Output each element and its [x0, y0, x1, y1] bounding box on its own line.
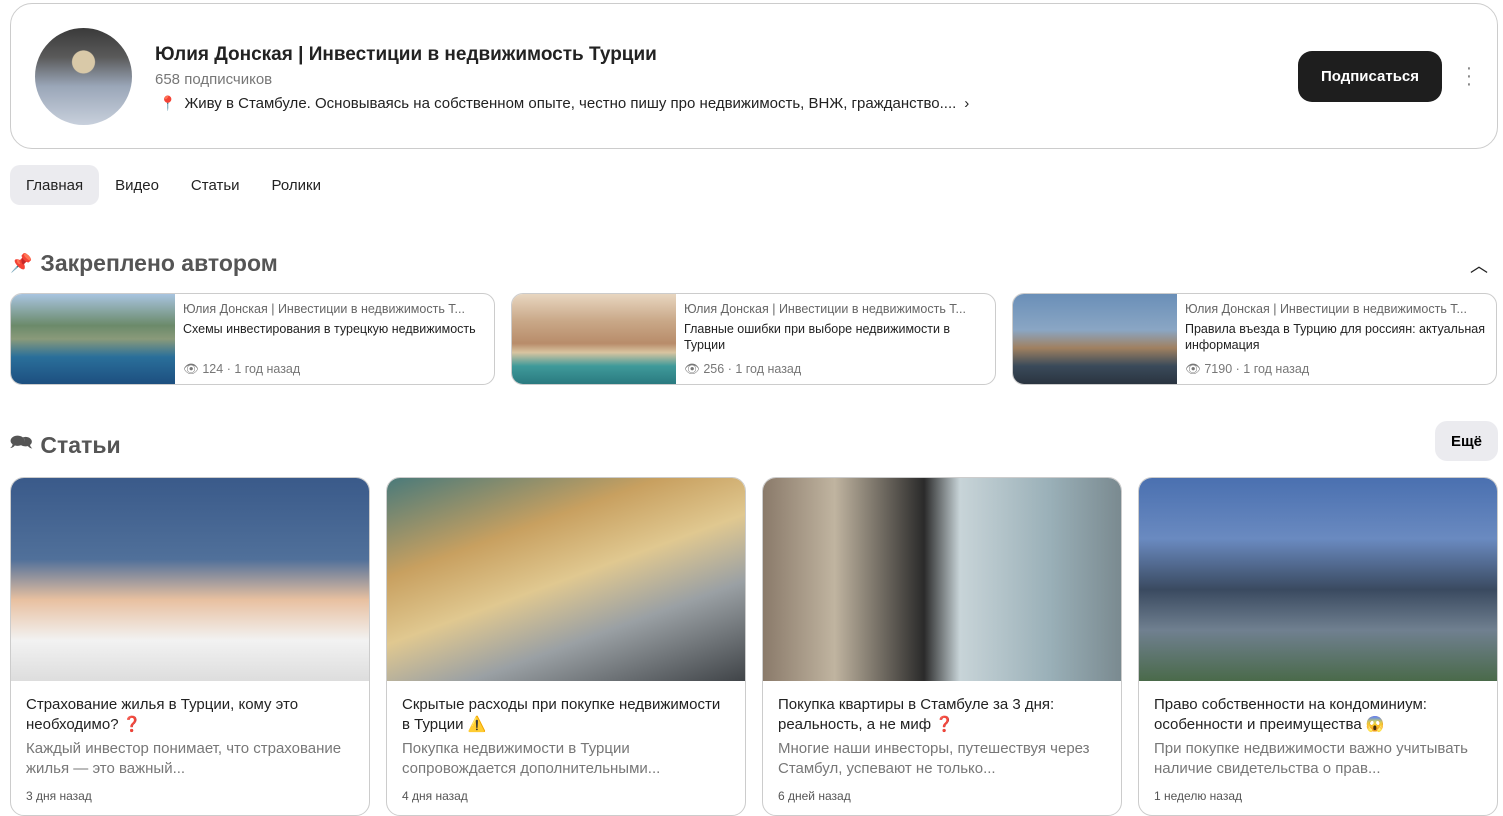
pinned-author: Юлия Донская | Инвестиции в недвижимость…: [684, 302, 966, 316]
article-image: [387, 478, 745, 681]
pinned-heading-text: Закреплено автором: [40, 250, 278, 276]
more-articles-button[interactable]: Ещё: [1435, 421, 1498, 461]
views: 256: [703, 362, 725, 376]
article-card[interactable]: Покупка квартиры в Стамбуле за 3 дня: ре…: [762, 477, 1122, 816]
pinned-meta: 👁 7190 · 1 год назад: [1185, 362, 1310, 376]
pinned-item[interactable]: Юлия Донская | Инвестиции в недвижимость…: [10, 293, 495, 385]
article-description: Каждый инвестор понимает, что страховани…: [26, 740, 342, 777]
article-description: Покупка недвижимости в Турции сопровожда…: [402, 740, 661, 777]
age: 1 год назад: [234, 362, 301, 376]
article-image: [1139, 478, 1497, 681]
article-description: Многие наши инвесторы, путешествуя через…: [778, 740, 1090, 777]
views: 124: [202, 362, 224, 376]
age: 1 год назад: [1243, 362, 1310, 376]
pin-icon: 📌: [10, 253, 33, 273]
tab-articles[interactable]: Статьи: [175, 165, 256, 205]
articles-heading: 🗪 Статьи: [10, 430, 121, 460]
article-image: [763, 478, 1121, 681]
chevron-up-icon[interactable]: ︿: [1470, 252, 1488, 278]
channel-avatar[interactable]: [35, 28, 132, 125]
location-pin-icon: 📍: [159, 95, 177, 111]
channel-title: Юлия Донская | Инвестиции в недвижимость…: [155, 44, 657, 65]
article-date: 6 дней назад: [778, 789, 851, 803]
articles-heading-text: Статьи: [40, 431, 121, 458]
article-card[interactable]: Право собственности на кондоминиум: особ…: [1138, 477, 1498, 816]
age: 1 год назад: [735, 362, 802, 376]
pinned-thumbnail: [11, 294, 175, 384]
channel-description[interactable]: 📍 Живу в Стамбуле. Основываясь на собств…: [159, 95, 969, 112]
article-date: 1 неделю назад: [1154, 789, 1243, 803]
views: 7190: [1204, 362, 1233, 376]
eye-icon: 👁: [1185, 362, 1201, 376]
chevron-right-icon: ›: [964, 95, 970, 112]
article-date: 4 дня назад: [402, 789, 468, 803]
pinned-thumbnail: [512, 294, 676, 384]
pinned-title: Главные ошибки при выборе недвижимости в…: [684, 322, 951, 352]
description-text: Живу в Стамбуле. Основываясь на собствен…: [184, 95, 957, 112]
pinned-thumbnail: [1013, 294, 1177, 384]
channel-tabs: Главная Видео Статьи Ролики: [10, 165, 337, 205]
article-date: 3 дня назад: [26, 789, 92, 803]
pinned-item[interactable]: Юлия Донская | Инвестиции в недвижимость…: [1012, 293, 1497, 385]
channel-header: Юлия Донская | Инвестиции в недвижимость…: [10, 3, 1498, 149]
subscriber-count: 658 подписчиков: [155, 71, 273, 88]
subscribe-button[interactable]: Подписаться: [1298, 51, 1442, 102]
tab-main[interactable]: Главная: [10, 165, 100, 205]
article-description: При покупке недвижимости важно учитывать…: [1154, 740, 1468, 777]
articles-icon: 🗪: [10, 432, 33, 452]
pinned-title: Схемы инвестирования в турецкую недвижим…: [183, 322, 476, 336]
tab-video[interactable]: Видео: [99, 165, 175, 205]
pinned-title: Правила въезда в Турцию для россиян: акт…: [1185, 322, 1485, 352]
article-card[interactable]: Скрытые расходы при покупке недвижимости…: [386, 477, 746, 816]
pinned-meta: 👁 124 · 1 год назад: [183, 362, 301, 376]
tab-shorts[interactable]: Ролики: [256, 165, 337, 205]
eye-icon: 👁: [684, 362, 700, 376]
pinned-meta: 👁 256 · 1 год назад: [684, 362, 802, 376]
pinned-author: Юлия Донская | Инвестиции в недвижимость…: [183, 302, 465, 316]
pinned-author: Юлия Донская | Инвестиции в недвижимость…: [1185, 302, 1467, 316]
pinned-item[interactable]: Юлия Донская | Инвестиции в недвижимость…: [511, 293, 996, 385]
article-title: Право собственности на кондоминиум: особ…: [1154, 696, 1427, 733]
eye-icon: 👁: [183, 362, 199, 376]
article-title: Покупка квартиры в Стамбуле за 3 дня: ре…: [778, 696, 1055, 733]
article-image: [11, 478, 369, 681]
pinned-heading: 📌 Закреплено автором: [10, 250, 278, 277]
article-title: Скрытые расходы при покупке недвижимости…: [402, 696, 721, 733]
article-card[interactable]: Страхование жилья в Турции, кому это нео…: [10, 477, 370, 816]
article-title: Страхование жилья в Турции, кому это нео…: [26, 696, 299, 733]
more-options-icon[interactable]: · · ·: [1461, 58, 1477, 94]
